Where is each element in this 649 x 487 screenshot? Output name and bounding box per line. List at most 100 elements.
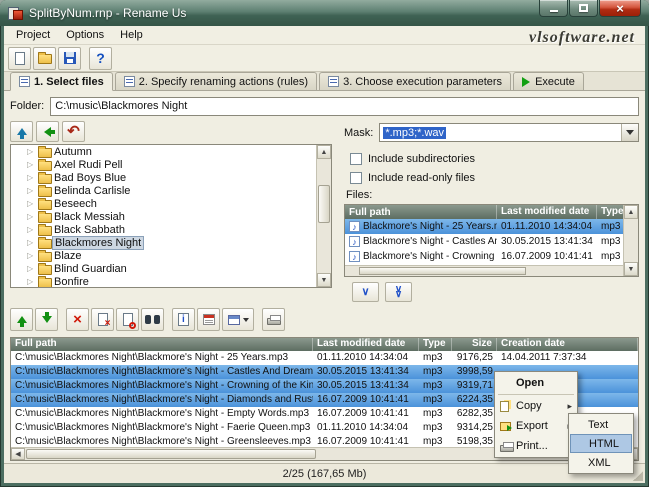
menu-project[interactable]: Project	[8, 27, 58, 43]
tree-item[interactable]: ▷Autumn	[11, 145, 331, 158]
submenu-text[interactable]: Text	[570, 415, 632, 434]
up-arrow-icon	[17, 128, 27, 135]
tab-renaming-rules[interactable]: 2. Specify renaming actions (rules)	[115, 72, 317, 90]
files-row[interactable]: Blackmore's Night - Castles And ... 30.0…	[345, 234, 638, 249]
tree-item[interactable]: ▷Bad Boys Blue	[11, 171, 331, 184]
column-full-path[interactable]: Full path	[11, 338, 313, 351]
add-all-button[interactable]: ∨∨	[385, 282, 412, 302]
expand-icon[interactable]: ▷	[27, 212, 38, 221]
new-project-button[interactable]	[8, 47, 31, 70]
back-button[interactable]	[36, 121, 59, 142]
tree-item[interactable]: ▷Black Messiah	[11, 210, 331, 223]
include-subdirectories-checkbox[interactable]	[350, 153, 362, 165]
scroll-thumb[interactable]	[359, 267, 526, 275]
minimize-button[interactable]	[539, 0, 568, 17]
list-row[interactable]: C:\music\Blackmores Night\Blackmore's Ni…	[11, 351, 638, 365]
context-menu-print[interactable]: Print...	[496, 436, 576, 456]
submenu-xml[interactable]: XML	[570, 453, 632, 472]
folder-input[interactable]	[50, 97, 639, 116]
scroll-down-button[interactable]: ▼	[317, 273, 331, 287]
column-last-modified[interactable]: Last modified date	[313, 338, 419, 351]
tree-item[interactable]: ▷Beseech	[11, 197, 331, 210]
expand-icon[interactable]: ▷	[27, 199, 38, 208]
tree-scrollbar[interactable]: ▲ ▼	[316, 145, 331, 287]
close-button[interactable]: ×	[599, 0, 641, 17]
remove-all-button[interactable]	[116, 308, 139, 331]
cell-type: mp3	[419, 351, 452, 365]
scroll-up-button[interactable]: ▲	[624, 205, 638, 219]
up-folder-button[interactable]	[10, 121, 33, 142]
include-readonly-checkbox[interactable]	[350, 172, 362, 184]
tab-execute[interactable]: Execute	[513, 72, 584, 90]
cell-type: mp3	[419, 379, 452, 393]
menu-help[interactable]: Help	[112, 27, 151, 43]
expand-icon[interactable]: ▷	[27, 160, 38, 169]
status-bar: 2/25 (167,65 Mb)	[4, 463, 645, 483]
file-info-button[interactable]	[172, 308, 195, 331]
mask-dropdown-button[interactable]	[621, 124, 638, 141]
tree-item[interactable]: ▷Black Sabbath	[11, 223, 331, 236]
cell-type: mp3	[419, 393, 452, 407]
copy-icon-wrap	[500, 401, 516, 412]
expand-icon[interactable]: ▷	[27, 173, 38, 182]
context-menu-copy[interactable]: Copy ▸	[496, 396, 576, 416]
remove-all-icon	[123, 313, 133, 326]
save-project-button[interactable]	[58, 47, 81, 70]
expand-icon[interactable]: ▷	[27, 277, 38, 286]
expand-icon[interactable]: ▷	[27, 251, 38, 260]
context-menu-export[interactable]: Export ▸	[496, 416, 576, 436]
mp3-file-icon	[349, 251, 360, 262]
scroll-thumb[interactable]	[318, 185, 330, 223]
column-size[interactable]: Size	[452, 338, 497, 351]
files-vscrollbar[interactable]: ▲ ▼	[623, 205, 638, 276]
tree-item[interactable]: ▷Blaze	[11, 249, 331, 262]
files-row[interactable]: Blackmore's Night - Crowning of ... 16.0…	[345, 249, 638, 264]
tree-item-selected[interactable]: ▷Blackmores Night	[11, 236, 331, 249]
files-row-selected[interactable]: Blackmore's Night - 25 Years.mp3 01.11.2…	[345, 219, 638, 234]
tab-select-files[interactable]: 1. Select files	[10, 72, 113, 91]
column-last-modified[interactable]: Last modified date	[497, 205, 597, 219]
include-readonly-option[interactable]: Include read-only files	[350, 172, 475, 184]
add-selected-button[interactable]: ∨	[352, 282, 379, 302]
context-menu-open[interactable]: Open	[496, 373, 576, 393]
column-full-path[interactable]: Full path	[345, 205, 497, 219]
files-label: Files:	[346, 189, 372, 201]
expand-icon[interactable]: ▷	[27, 264, 38, 273]
scroll-down-button[interactable]: ▼	[624, 262, 638, 276]
menu-options[interactable]: Options	[58, 27, 112, 43]
tree-item[interactable]: ▷Belinda Carlisle	[11, 184, 331, 197]
expand-icon[interactable]: ▷	[27, 238, 38, 247]
scroll-left-button[interactable]: ◀	[11, 448, 25, 460]
files-hscrollbar[interactable]	[345, 265, 623, 276]
submenu-html[interactable]: HTML	[570, 434, 632, 453]
find-button[interactable]	[141, 308, 164, 331]
print-button[interactable]	[262, 308, 285, 331]
help-button[interactable]: ?	[89, 47, 112, 70]
expand-icon[interactable]: ▷	[27, 225, 38, 234]
menu-separator	[498, 394, 574, 395]
tree-item[interactable]: ▷Blind Guardian	[11, 262, 331, 275]
maximize-button[interactable]	[569, 0, 598, 17]
remove-button[interactable]: ×	[66, 308, 89, 331]
resize-grip[interactable]	[633, 471, 643, 481]
scroll-up-button[interactable]: ▲	[317, 145, 331, 159]
calendar-button[interactable]	[197, 308, 220, 331]
expand-icon[interactable]: ▷	[27, 147, 38, 156]
include-subdirectories-option[interactable]: Include subdirectories	[350, 153, 475, 165]
expand-icon[interactable]: ▷	[27, 186, 38, 195]
tree-item[interactable]: ▷Axel Rudi Pell	[11, 158, 331, 171]
tree-item[interactable]: ▷Bonfire	[11, 275, 331, 288]
columns-dropdown-button[interactable]	[222, 308, 254, 331]
help-icon: ?	[96, 50, 105, 66]
mask-combobox[interactable]: *.mp3;*.wav	[379, 123, 639, 142]
cell-size: 3998,59	[452, 365, 497, 379]
refresh-tree-button[interactable]: ↶	[62, 121, 85, 142]
move-up-button[interactable]	[10, 308, 33, 331]
column-type[interactable]: Type	[419, 338, 452, 351]
scroll-thumb[interactable]	[26, 449, 316, 459]
remove-selected-button[interactable]: ×	[91, 308, 114, 331]
column-creation-date[interactable]: Creation date	[497, 338, 638, 351]
tab-execution-parameters[interactable]: 3. Choose execution parameters	[319, 72, 511, 90]
move-down-button[interactable]	[35, 308, 58, 331]
open-project-button[interactable]	[33, 47, 56, 70]
